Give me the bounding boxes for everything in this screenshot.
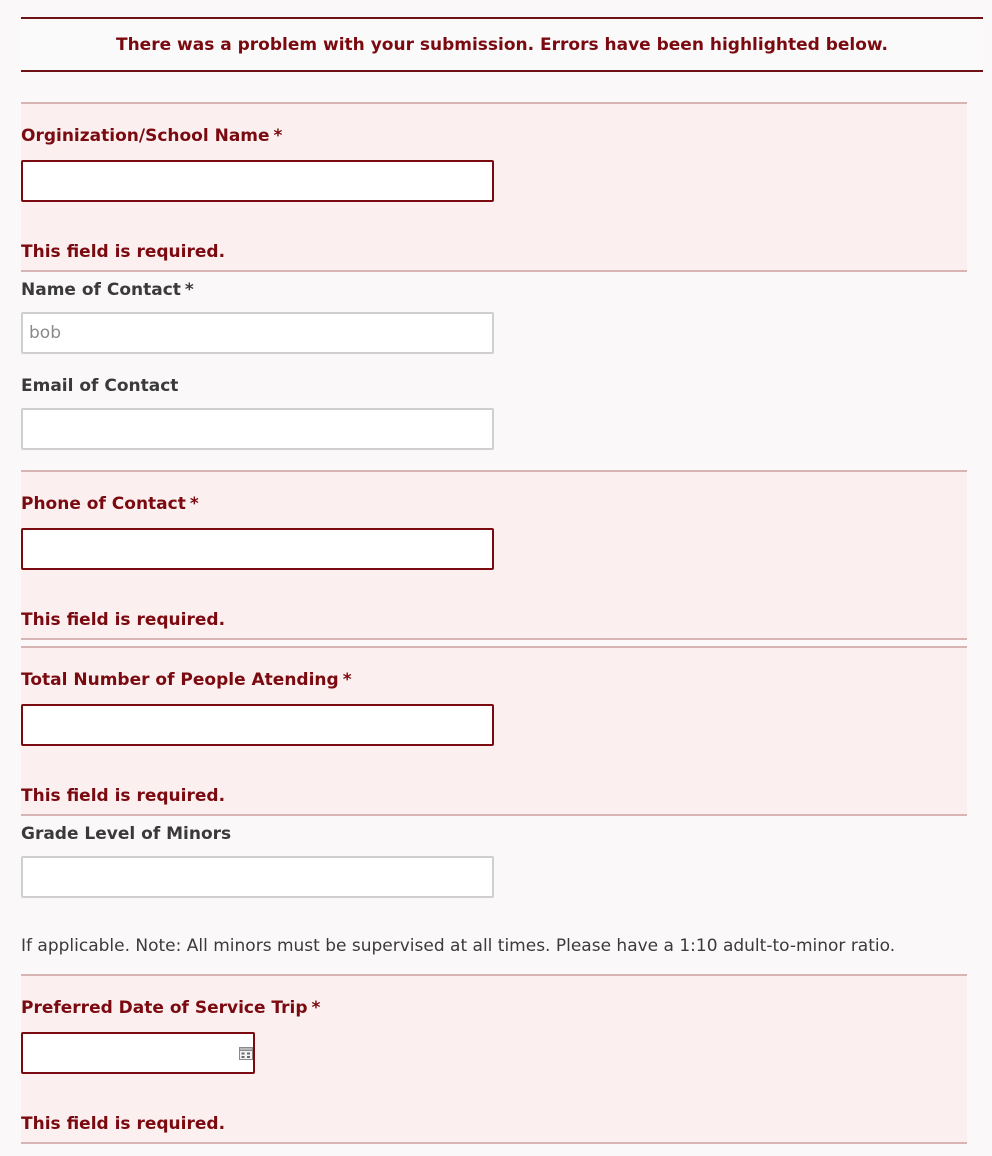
- grade-level-field: Grade Level of Minors: [21, 816, 967, 916]
- error-banner: There was a problem with your submission…: [21, 17, 983, 72]
- email-field: Email of Contact: [21, 368, 967, 468]
- contact-name-input[interactable]: [21, 312, 494, 354]
- total-people-label-text: Total Number of People Atending: [21, 670, 339, 690]
- required-marker: *: [342, 670, 352, 690]
- email-label-text: Email of Contact: [21, 376, 179, 396]
- required-marker: *: [184, 280, 194, 300]
- date-label-text: Preferred Date of Service Trip: [21, 998, 308, 1018]
- grade-level-input[interactable]: [21, 856, 494, 898]
- total-people-input[interactable]: [21, 704, 494, 746]
- contact-name-field: Name of Contact *: [21, 272, 967, 368]
- phone-label-text: Phone of Contact: [21, 494, 186, 514]
- date-error-message: This field is required.: [21, 1114, 226, 1134]
- total-people-error-message: This field is required.: [21, 786, 226, 806]
- calendar-icon[interactable]: [239, 1045, 253, 1060]
- form-page: There was a problem with your submission…: [0, 0, 992, 1156]
- total-people-label: Total Number of People Atending *: [21, 670, 352, 690]
- grade-level-note: If applicable. Note: All minors must be …: [21, 936, 896, 956]
- org-label: Orginization/School Name *: [21, 126, 282, 146]
- required-marker: *: [189, 494, 199, 514]
- phone-label: Phone of Contact *: [21, 494, 199, 514]
- email-input[interactable]: [21, 408, 494, 450]
- error-banner-text: There was a problem with your submission…: [115, 34, 889, 55]
- org-input[interactable]: [21, 160, 494, 202]
- grade-level-label: Grade Level of Minors: [21, 824, 231, 844]
- required-marker: *: [273, 126, 283, 146]
- grade-level-label-text: Grade Level of Minors: [21, 824, 232, 844]
- phone-error-message: This field is required.: [21, 610, 226, 630]
- org-field: Orginization/School Name * This field is …: [21, 102, 967, 272]
- phone-field: Phone of Contact * This field is required…: [21, 470, 967, 640]
- required-marker: *: [311, 998, 321, 1018]
- org-error-message: This field is required.: [21, 242, 226, 262]
- date-label: Preferred Date of Service Trip *: [21, 998, 320, 1018]
- email-label: Email of Contact: [21, 376, 178, 396]
- org-label-text: Orginization/School Name: [21, 126, 270, 146]
- phone-input[interactable]: [21, 528, 494, 570]
- contact-name-label: Name of Contact *: [21, 280, 194, 300]
- date-field: Preferred Date of Service Trip * This fie…: [21, 974, 967, 1144]
- total-people-field: Total Number of People Atending * This fi…: [21, 646, 967, 816]
- date-input[interactable]: [21, 1032, 255, 1074]
- contact-name-label-text: Name of Contact: [21, 280, 181, 300]
